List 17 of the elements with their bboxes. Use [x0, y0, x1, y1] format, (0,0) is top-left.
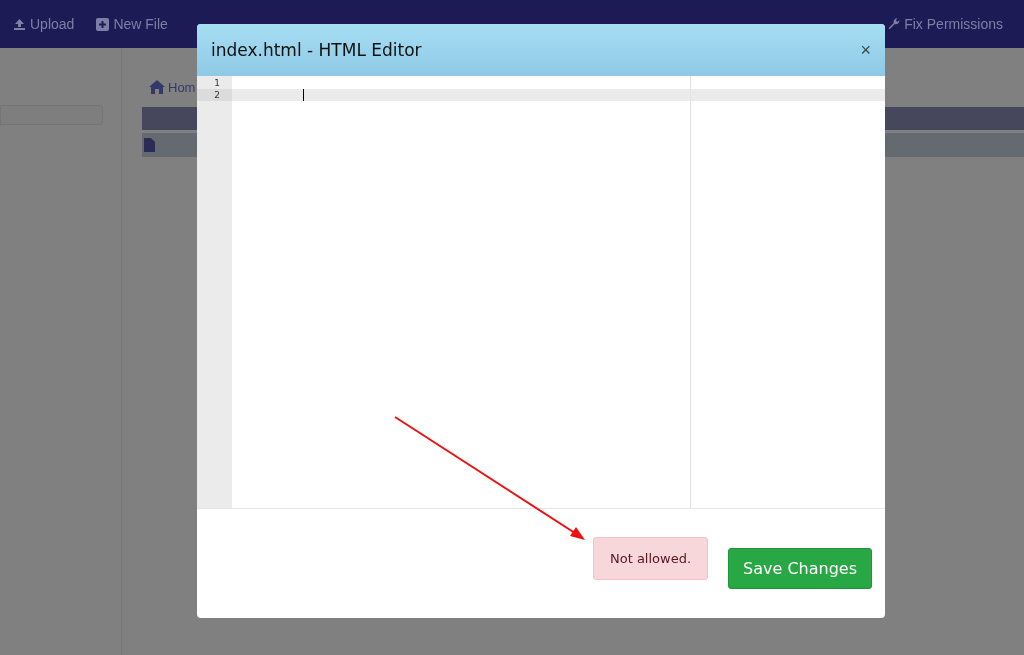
line-number: 1: [213, 77, 221, 89]
text-cursor: [303, 89, 304, 101]
dialog-title: index.html - HTML Editor: [211, 40, 422, 60]
plus-icon: [96, 17, 110, 31]
toolbar-button[interactable]: New File: [89, 16, 175, 32]
toolbar-button[interactable]: Upload: [6, 16, 82, 32]
file-icon: [144, 138, 155, 152]
upload-icon: [13, 17, 26, 31]
close-button[interactable]: ×: [860, 39, 871, 61]
code-editor[interactable]: 1 2: [197, 76, 885, 509]
breadcrumb-link[interactable]: Hom: [149, 76, 196, 98]
toolbar-button[interactable]: Fix Permissions: [881, 16, 1010, 32]
home-icon: [149, 80, 165, 94]
error-alert: Not allowed.: [592, 537, 709, 580]
line-number: 2: [197, 89, 232, 101]
save-button[interactable]: Save Changes: [728, 547, 872, 589]
wrench-icon: [888, 18, 901, 30]
